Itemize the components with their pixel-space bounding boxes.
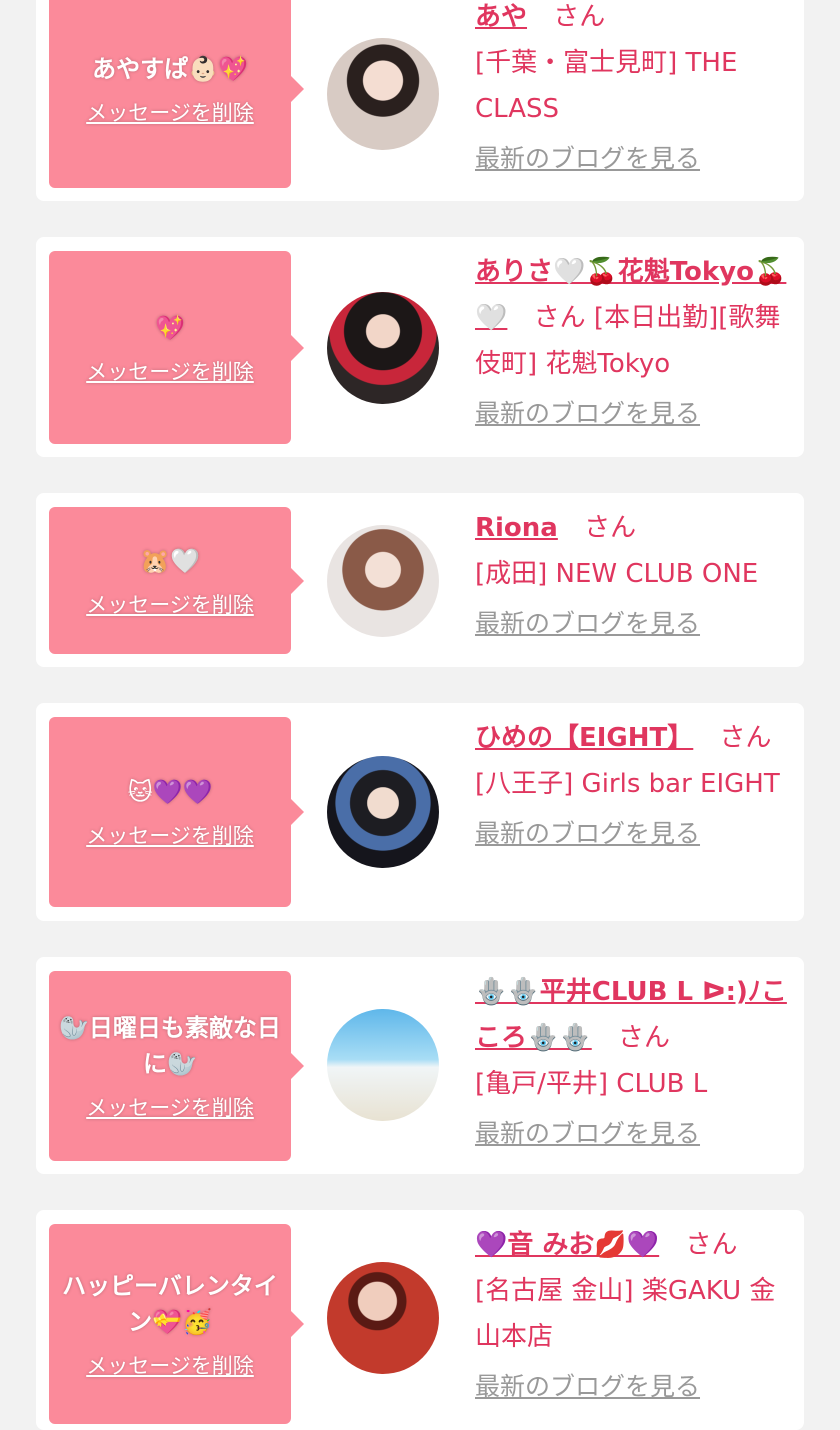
message-text: 🐹🤍 <box>140 546 200 575</box>
message-text: 🦭日曜日も素敵な日に🦭 <box>59 1014 281 1078</box>
message-bubble: あやすぱ👶🏻💖 メッセージを削除 <box>49 0 304 188</box>
avatar[interactable] <box>327 1262 439 1374</box>
delete-message-link[interactable]: メッセージを削除 <box>86 589 254 619</box>
cast-info: 💜音 みお💋💜 さん [名古屋 金山] 楽GAKU 金山本店 最新のブログを見る <box>475 1222 797 1410</box>
delete-message-link[interactable]: メッセージを削除 <box>86 1092 254 1122</box>
avatar[interactable] <box>327 1009 439 1121</box>
favorite-card: ハッピーバレンタイン💝🥳 メッセージを削除 💜音 みお💋💜 さん [名古屋 金山… <box>36 1210 804 1430</box>
shop-name: [名古屋 金山] 楽GAKU 金山本店 <box>475 1276 776 1352</box>
favorite-card: 💖 メッセージを削除 ありさ🤍🍒花魁Tokyo🍒🤍 さん [本日出勤][歌舞伎町… <box>36 237 804 457</box>
favorite-card: あやすぱ👶🏻💖 メッセージを削除 あや さん [千葉・富士見町] THE CLA… <box>36 0 804 201</box>
view-blog-link[interactable]: 最新のブログを見る <box>475 811 700 857</box>
honorific: さん <box>719 723 772 753</box>
cast-name-link[interactable]: 💜音 みお💋💜 <box>475 1230 659 1260</box>
honorific: さん <box>685 1230 738 1260</box>
message-bubble: 🐱💜💜 メッセージを削除 <box>49 717 304 907</box>
favorite-card: 🐱💜💜 メッセージを削除 ひめの【EIGHT】 さん [八王子] Girls b… <box>36 703 804 921</box>
view-blog-link[interactable]: 最新のブログを見る <box>475 601 700 647</box>
cast-name-link[interactable]: あや <box>475 2 527 32</box>
cast-info: ひめの【EIGHT】 さん [八王子] Girls bar EIGHT 最新のブ… <box>475 715 797 857</box>
delete-message-link[interactable]: メッセージを削除 <box>86 356 254 386</box>
shop-name: [千葉・富士見町] THE CLASS <box>475 48 738 124</box>
view-blog-link[interactable]: 最新のブログを見る <box>475 1111 700 1157</box>
message-bubble: 🐹🤍 メッセージを削除 <box>49 507 304 654</box>
message-text: あやすぱ👶🏻💖 <box>92 55 248 83</box>
delete-message-link[interactable]: メッセージを削除 <box>86 820 254 850</box>
delete-message-link[interactable]: メッセージを削除 <box>86 1350 254 1380</box>
view-blog-link[interactable]: 最新のブログを見る <box>475 1364 700 1410</box>
honorific: さん <box>553 2 606 32</box>
cast-info: ありさ🤍🍒花魁Tokyo🍒🤍 さん [本日出勤][歌舞伎町] 花魁Tokyo 最… <box>475 249 797 437</box>
cast-info: Riona さん [成田] NEW CLUB ONE 最新のブログを見る <box>475 505 797 647</box>
honorific: さん <box>618 1023 671 1053</box>
message-text: ハッピーバレンタイン💝🥳 <box>62 1272 278 1336</box>
message-bubble: ハッピーバレンタイン💝🥳 メッセージを削除 <box>49 1224 304 1424</box>
message-bubble: 🦭日曜日も素敵な日に🦭 メッセージを削除 <box>49 971 304 1161</box>
view-blog-link[interactable]: 最新のブログを見る <box>475 136 700 182</box>
cast-info: 🪬🪬平井CLUB L ᐅ:)ﾉこころ🪬🪬 さん [亀戸/平井] CLUB L 最… <box>475 969 797 1157</box>
shop-name: [八王子] Girls bar EIGHT <box>475 769 780 799</box>
cast-name-link[interactable]: ひめの【EIGHT】 <box>475 723 693 753</box>
avatar[interactable] <box>327 525 439 637</box>
favorite-card: 🦭日曜日も素敵な日に🦭 メッセージを削除 🪬🪬平井CLUB L ᐅ:)ﾉこころ🪬… <box>36 957 804 1174</box>
shop-name: [本日出勤][歌舞伎町] 花魁Tokyo <box>475 303 781 379</box>
cast-info: あや さん [千葉・富士見町] THE CLASS 最新のブログを見る <box>475 0 797 182</box>
message-text: 💖 <box>155 313 185 342</box>
shop-name: [亀戸/平井] CLUB L <box>475 1069 708 1099</box>
message-text: 🐱💜💜 <box>127 778 213 806</box>
delete-message-link[interactable]: メッセージを削除 <box>86 97 254 127</box>
honorific: さん <box>533 303 586 333</box>
favorite-card: 🐹🤍 メッセージを削除 Riona さん [成田] NEW CLUB ONE 最… <box>36 493 804 667</box>
avatar[interactable] <box>327 38 439 150</box>
avatar[interactable] <box>327 292 439 404</box>
honorific: さん <box>584 513 637 543</box>
shop-name: [成田] NEW CLUB ONE <box>475 559 759 589</box>
view-blog-link[interactable]: 最新のブログを見る <box>475 391 700 437</box>
avatar[interactable] <box>327 756 439 868</box>
cast-name-link[interactable]: Riona <box>475 513 558 543</box>
message-bubble: 💖 メッセージを削除 <box>49 251 304 444</box>
